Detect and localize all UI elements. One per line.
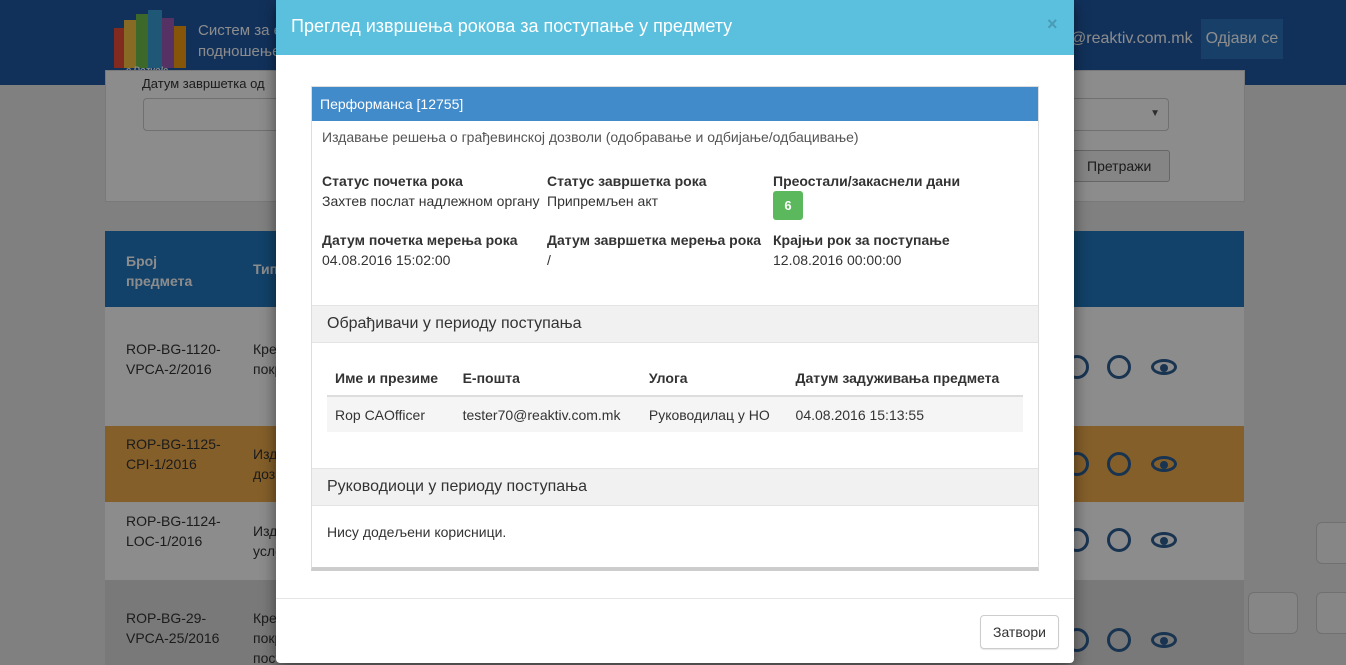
start-status-value: Захтев послат надлежном органу bbox=[322, 193, 540, 209]
table-row: Rop CAOfficer tester70@reaktiv.com.mk Ру… bbox=[327, 396, 1023, 432]
start-date-label: Датум почетка мерења рока bbox=[322, 232, 518, 248]
performance-description: Издавање решења о грађевинској дозволи (… bbox=[322, 129, 859, 145]
processors-section-header: Обрађивачи у периоду поступања bbox=[312, 305, 1038, 343]
deadline-value: 12.08.2016 00:00:00 bbox=[773, 252, 902, 268]
start-date-value: 04.08.2016 15:02:00 bbox=[322, 252, 451, 268]
performance-panel: Перформанса [12755] Издавање решења о гр… bbox=[311, 86, 1039, 571]
managers-empty-text: Нису додељени корисници. bbox=[327, 524, 507, 540]
remaining-days-badge: 6 bbox=[773, 191, 803, 220]
remaining-days-label: Преостали/закаснели дани bbox=[773, 173, 961, 189]
modal-title: Преглед извршења рокова за поступање у п… bbox=[291, 16, 733, 36]
column-header-role: Улога bbox=[640, 360, 788, 397]
end-date-value: / bbox=[547, 252, 551, 268]
processor-email: tester70@reaktiv.com.mk bbox=[454, 396, 641, 432]
close-icon[interactable]: × bbox=[1047, 14, 1058, 35]
performance-panel-header: Перформанса [12755] bbox=[312, 87, 1038, 121]
column-header-name: Име и презиме bbox=[327, 360, 455, 397]
managers-section-header: Руководиоци у периоду поступања bbox=[312, 468, 1038, 506]
column-header-assignment-date: Датум задуживања предмета bbox=[787, 360, 1023, 397]
deadline-review-modal: Преглед извршења рокова за поступање у п… bbox=[276, 0, 1074, 663]
processors-table-header-row: Име и презиме Е-пошта Улога Датум задужи… bbox=[327, 360, 1023, 397]
end-status-label: Статус завршетка рока bbox=[547, 173, 707, 189]
processor-name: Rop CAOfficer bbox=[327, 396, 455, 432]
processors-table: Име и презиме Е-пошта Улога Датум задужи… bbox=[327, 360, 1023, 432]
processor-role: Руководилац у НО bbox=[640, 396, 788, 432]
column-header-email: Е-пошта bbox=[454, 360, 641, 397]
modal-footer-divider bbox=[276, 598, 1074, 599]
start-status-label: Статус почетка рока bbox=[322, 173, 463, 189]
end-status-value: Припремљен акт bbox=[547, 193, 659, 209]
end-date-label: Датум завршетка мерења рока bbox=[547, 232, 762, 248]
processor-assignment-date: 04.08.2016 15:13:55 bbox=[787, 396, 1023, 432]
modal-header: Преглед извршења рокова за поступање у п… bbox=[276, 0, 1074, 55]
deadline-label: Крајњи рок за поступање bbox=[773, 232, 950, 248]
close-button[interactable]: Затвори bbox=[980, 615, 1059, 649]
